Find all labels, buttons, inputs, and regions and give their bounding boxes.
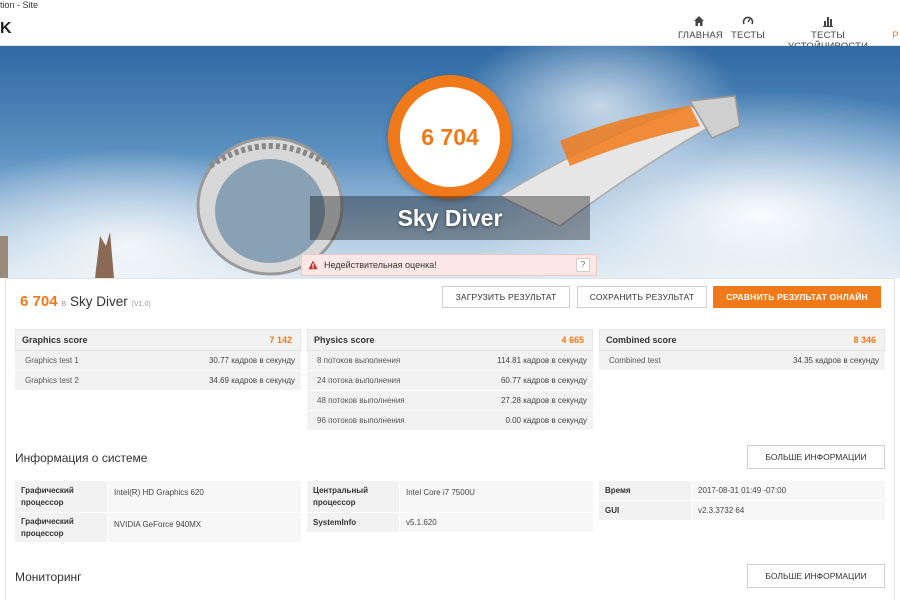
logo: K xyxy=(0,20,12,37)
bar-chart-icon xyxy=(823,17,833,27)
nav-item-stress-tests[interactable]: ТЕСТЫ УСТОЙЧИВОСТИ xyxy=(775,14,881,52)
nav-item-home[interactable]: ГЛАВНАЯ xyxy=(678,14,723,46)
upload-result-button[interactable]: ЗАГРУЗИТЬ РЕЗУЛЬТАТ xyxy=(442,286,570,308)
app-window: tion - Site K ГЛАВНАЯ ТЕСТЫ ТЕСТЫ УСТОЙЧ… xyxy=(0,0,900,600)
list-item: Graphics test 2 34.69 кадров в секунду xyxy=(15,371,301,391)
row-value: 34.35 кадров в секунду xyxy=(792,356,879,365)
list-item: 8 потоков выполнения 114.81 кадров в секу… xyxy=(307,351,593,371)
monitoring-more-info-button[interactable]: БОЛЬШЕ ИНФОРМАЦИИ xyxy=(747,564,885,588)
graphics-score-box: Graphics score 7 142 Graphics test 1 30.7… xyxy=(15,329,301,391)
list-item: Graphics test 1 30.77 кадров в секунду xyxy=(15,351,301,371)
result-version: (V1.0) xyxy=(131,301,151,308)
info-key: Центральный процессор xyxy=(313,486,369,507)
top-navigation: K ГЛАВНАЯ ТЕСТЫ ТЕСТЫ УСТОЙЧИВОСТИ Р xyxy=(0,14,900,52)
result-score: 6 704 xyxy=(20,293,58,310)
score-title: Physics score xyxy=(314,335,375,345)
info-value: 2017-08-31 01:49 -07:00 xyxy=(691,481,885,500)
help-button[interactable]: ? xyxy=(576,258,590,272)
nav-item-tests[interactable]: ТЕСТЫ xyxy=(730,14,766,46)
row-label: Combined test xyxy=(609,356,661,365)
save-result-button[interactable]: СОХРАНИТЬ РЕЗУЛЬТАТ xyxy=(577,286,707,308)
nav-item-label: ТЕСТЫ xyxy=(731,30,765,41)
list-item: Combined test 34.35 кадров в секунду xyxy=(599,351,885,371)
result-panel: 6 704 В Sky Diver (V1.0) ЗАГРУЗИТЬ РЕЗУЛ… xyxy=(5,278,895,600)
score-value: 8 346 xyxy=(853,335,876,345)
compare-online-button[interactable]: СРАВНИТЬ РЕЗУЛЬТАТ ОНЛАЙН xyxy=(713,286,881,308)
system-info-cpu: Центральный процессор Intel Core i7 7500… xyxy=(307,481,593,533)
gauge-icon xyxy=(742,16,754,25)
row-value: 114.81 кадров в секунду xyxy=(497,356,587,365)
system-info-title: Информация о системе xyxy=(15,451,148,465)
result-score-unit: В xyxy=(61,301,67,308)
system-info-time: Время 2017-08-31 01:49 -07:00 GUI v2.3.3… xyxy=(599,481,885,521)
nav-item-results[interactable]: Р xyxy=(891,14,900,46)
nav-item-label: Р xyxy=(892,30,899,41)
info-key: GUI xyxy=(605,506,620,515)
invalid-score-warning: Недействительная оценка! ? xyxy=(301,254,597,276)
score-title: Graphics score xyxy=(22,335,88,345)
row-value: 27.28 кадров в секунду xyxy=(500,396,587,405)
info-row: Центральный процессор Intel Core i7 7500… xyxy=(307,481,593,513)
info-key: SystemInfo xyxy=(313,518,357,527)
physics-score-header: Physics score 4 665 xyxy=(307,329,593,351)
row-value: 60.77 кадров в секунду xyxy=(500,376,587,385)
row-label: 96 потоков выполнения xyxy=(317,416,405,425)
system-info-gpu: Графический процессор Intel(R) HD Graphi… xyxy=(15,481,301,543)
score-value: 4 665 xyxy=(561,335,584,345)
info-value: v2.3.3732 64 xyxy=(691,501,885,520)
warning-text: Недействительная оценка! xyxy=(324,260,437,270)
list-item: 48 потоков выполнения 27.28 кадров в секу… xyxy=(307,391,593,411)
result-name: Sky Diver xyxy=(70,294,128,309)
info-value: NVIDIA GeForce 940MX xyxy=(107,513,301,542)
benchmark-title: Sky Diver xyxy=(310,196,590,240)
row-label: 48 потоков выполнения xyxy=(317,396,405,405)
list-item: 96 потоков выполнения 0.00 кадров в секун… xyxy=(307,411,593,431)
info-value: v5.1.620 xyxy=(399,513,593,532)
score-title: Combined score xyxy=(606,335,677,345)
nav-item-label: ГЛАВНАЯ xyxy=(678,30,723,41)
hero-banner: 6 704 Sky Diver Недействительная оценка!… xyxy=(0,46,900,278)
hero-score: 6 704 xyxy=(400,87,500,187)
warning-icon xyxy=(308,260,318,270)
info-key: Графический процессор xyxy=(21,517,74,538)
info-key: Графический процессор xyxy=(21,486,74,507)
score-value: 7 142 xyxy=(269,335,292,345)
combined-score-box: Combined score 8 346 Combined test 34.35 … xyxy=(599,329,885,371)
score-ring: 6 704 xyxy=(388,75,512,199)
info-row: SystemInfo v5.1.620 xyxy=(307,513,593,533)
combined-score-header: Combined score 8 346 xyxy=(599,329,885,351)
info-row: Графический процессор Intel(R) HD Graphi… xyxy=(15,481,301,513)
window-title: tion - Site xyxy=(0,0,900,14)
info-value: Intel(R) HD Graphics 620 xyxy=(107,481,301,512)
graphics-score-header: Graphics score 7 142 xyxy=(15,329,301,351)
row-label: 24 потока выполнения xyxy=(317,376,401,385)
system-more-info-button[interactable]: БОЛЬШЕ ИНФОРМАЦИИ xyxy=(747,445,885,469)
row-label: 8 потоков выполнения xyxy=(317,356,401,365)
physics-score-box: Physics score 4 665 8 потоков выполнения… xyxy=(307,329,593,431)
info-value: Intel Core i7 7500U xyxy=(399,481,593,512)
row-value: 0.00 кадров в секунду xyxy=(505,416,587,425)
info-row: GUI v2.3.3732 64 xyxy=(599,501,885,521)
row-value: 34.69 кадров в секунду xyxy=(208,376,295,385)
row-label: Graphics test 2 xyxy=(25,376,79,385)
info-key: Время xyxy=(605,486,631,495)
result-headline: 6 704 В Sky Diver (V1.0) xyxy=(20,293,151,310)
row-value: 30.77 кадров в секунду xyxy=(208,356,295,365)
list-item: 24 потока выполнения 60.77 кадров в секун… xyxy=(307,371,593,391)
home-icon xyxy=(694,16,704,26)
row-label: Graphics test 1 xyxy=(25,356,79,365)
info-row: Графический процессор NVIDIA GeForce 940… xyxy=(15,513,301,543)
monitoring-title: Мониторинг xyxy=(15,570,82,584)
info-row: Время 2017-08-31 01:49 -07:00 xyxy=(599,481,885,501)
